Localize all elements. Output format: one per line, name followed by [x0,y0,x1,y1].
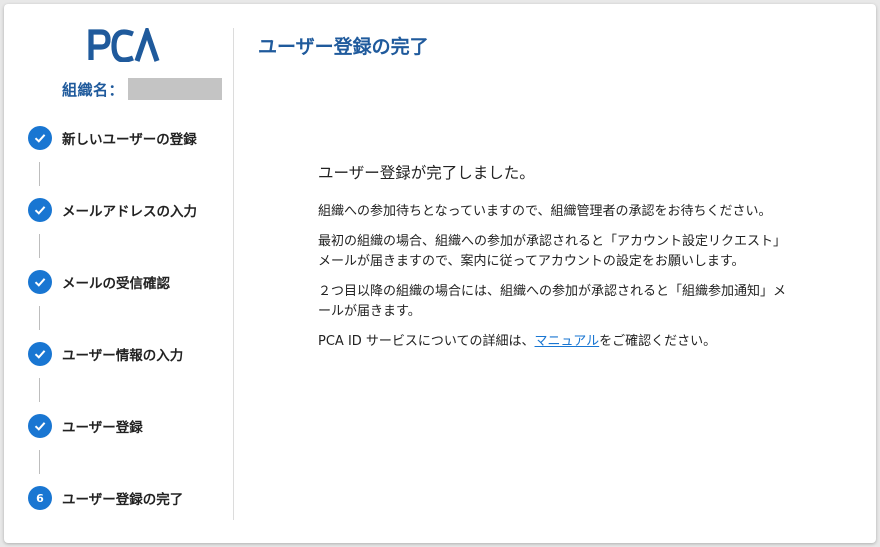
step-user-registration: ユーザー登録 [28,414,143,438]
completion-message: ユーザー登録が完了しました。 組織への参加待ちとなっていますので、組織管理者の承… [318,162,798,362]
paragraph-first-org: 最初の組織の場合、組織への参加が承認されると「アカウント設定リクエスト」メールが… [318,234,787,269]
org-row: 組織名： [62,78,223,100]
step-connector [39,306,40,330]
page-title: ユーザー登録の完了 [258,36,429,58]
step-connector [39,450,40,474]
sidebar: 組織名： 新しいユーザーの登録 メールアドレスの入力 メールの受信確認 ユーザー… [4,4,234,543]
paragraph-additional-org: ２つ目以降の組織の場合には、組織への参加が承認されると「組織参加通知」メールが届… [318,284,787,319]
step-user-info: ユーザー情報の入力 [28,342,183,366]
registration-card: 組織名： 新しいユーザーの登録 メールアドレスの入力 メールの受信確認 ユーザー… [4,4,876,543]
org-label: 組織名： [62,80,125,99]
check-icon [28,342,52,366]
step-email-input: メールアドレスの入力 [28,198,197,222]
step-label: メールアドレスの入力 [62,204,197,220]
paragraph-pending: 組織への参加待ちとなっていますので、組織管理者の承認をお待ちください。 [318,204,772,219]
step-number-badge: 6 [28,486,52,510]
step-label: ユーザー登録の完了 [62,492,184,508]
paragraph-manual: PCA ID サービスについての詳細は、マニュアルをご確認ください。 [318,332,798,352]
pca-logo [88,28,160,62]
step-email-confirm: メールの受信確認 [28,270,170,294]
step-label: メールの受信確認 [62,276,170,292]
step-connector [39,378,40,402]
step-connector [39,234,40,258]
manual-text-suffix: をご確認ください。 [599,334,717,349]
check-icon [28,198,52,222]
step-label: 新しいユーザーの登録 [62,132,197,148]
step-connector [39,162,40,186]
manual-text-prefix: PCA ID サービスについての詳細は、 [318,334,535,349]
check-icon [28,270,52,294]
check-icon [28,126,52,150]
sidebar-divider [233,28,234,520]
step-label: ユーザー登録 [62,420,143,436]
step-registration-complete: 6 ユーザー登録の完了 [28,486,183,510]
step-label: ユーザー情報の入力 [62,348,184,364]
step-new-user: 新しいユーザーの登録 [28,126,197,150]
manual-link[interactable]: マニュアル [535,334,600,349]
headline: ユーザー登録が完了しました。 [318,164,535,182]
org-name-redacted [128,78,223,100]
check-icon [28,414,52,438]
